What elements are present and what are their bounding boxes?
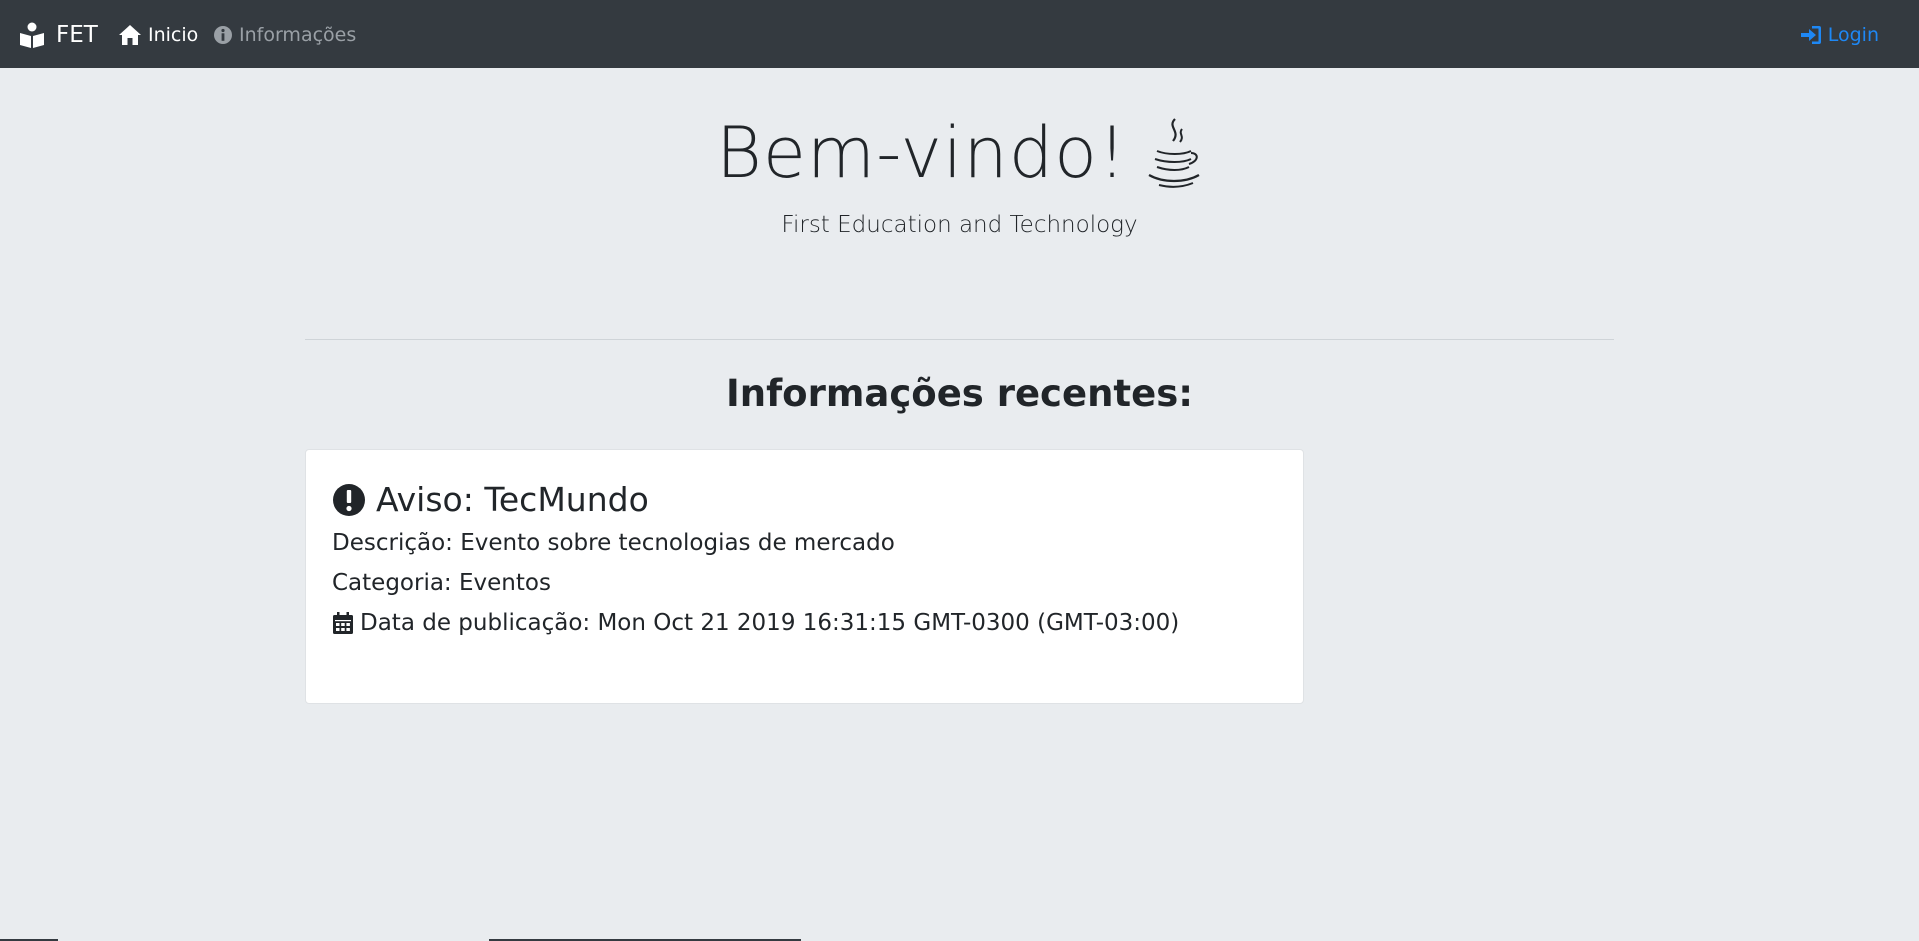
java-coffee-icon <box>1145 117 1203 189</box>
description-text: Descrição: Evento sobre tecnologias de m… <box>332 530 895 556</box>
book-reader-icon <box>18 21 46 49</box>
brand-link[interactable]: FET <box>18 18 98 52</box>
login-link[interactable]: Login <box>1800 20 1879 50</box>
date-text: Data de publicação: Mon Oct 21 2019 16:3… <box>360 610 1180 636</box>
section-title: Informações recentes: <box>725 372 1194 415</box>
card-title: Aviso: TecMundo <box>376 480 649 519</box>
card-description: Descrição: Evento sobre tecnologias de m… <box>332 530 895 556</box>
info-card: Aviso: TecMundo Descrição: Evento sobre … <box>305 449 1304 704</box>
divider <box>305 339 1614 340</box>
page-subtitle: First Education and Technology <box>781 212 1138 238</box>
info-circle-icon <box>213 25 233 45</box>
exclamation-circle-icon <box>332 483 366 517</box>
card-category: Categoria: Eventos <box>332 570 551 596</box>
nav-item-label: Informações <box>239 24 357 46</box>
brand-label: FET <box>56 22 98 48</box>
card-date: Data de publicação: Mon Oct 21 2019 16:3… <box>332 610 1179 636</box>
home-icon <box>118 24 142 46</box>
top-navbar: FET Inicio Informações Login <box>0 0 1919 68</box>
category-text: Categoria: Eventos <box>332 570 551 596</box>
login-label: Login <box>1827 24 1879 46</box>
card-title-row: Aviso: TecMundo <box>332 480 649 519</box>
nav-item-inicio[interactable]: Inicio <box>118 20 198 50</box>
nav-item-informacoes[interactable]: Informações <box>213 20 356 50</box>
page-title: Bem-vindo! <box>715 112 1128 194</box>
nav-item-label: Inicio <box>148 24 199 46</box>
hero-title-row: Bem-vindo! <box>0 112 1919 194</box>
calendar-icon <box>332 611 354 635</box>
sign-in-icon <box>1800 25 1822 45</box>
